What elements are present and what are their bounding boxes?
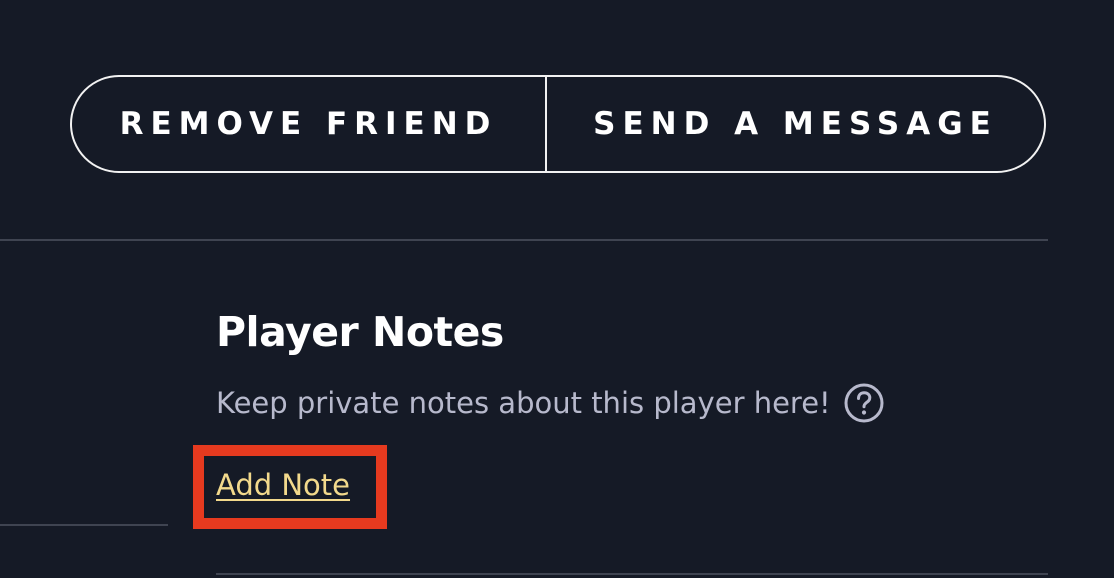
remove-friend-button[interactable]: REMOVE FRIEND [72, 77, 547, 171]
section-divider [0, 239, 1048, 241]
send-message-button[interactable]: SEND A MESSAGE [547, 77, 1044, 171]
notes-bottom-divider [216, 573, 1048, 575]
question-circle-icon[interactable] [843, 382, 885, 424]
friend-actions-group: REMOVE FRIEND SEND A MESSAGE [70, 75, 1046, 173]
left-column-divider [0, 524, 168, 526]
player-notes-description: Keep private notes about this player her… [216, 386, 831, 420]
player-notes-description-row: Keep private notes about this player her… [216, 382, 885, 424]
player-notes-title: Player Notes [216, 308, 504, 356]
add-note-link[interactable]: Add Note [216, 465, 350, 505]
